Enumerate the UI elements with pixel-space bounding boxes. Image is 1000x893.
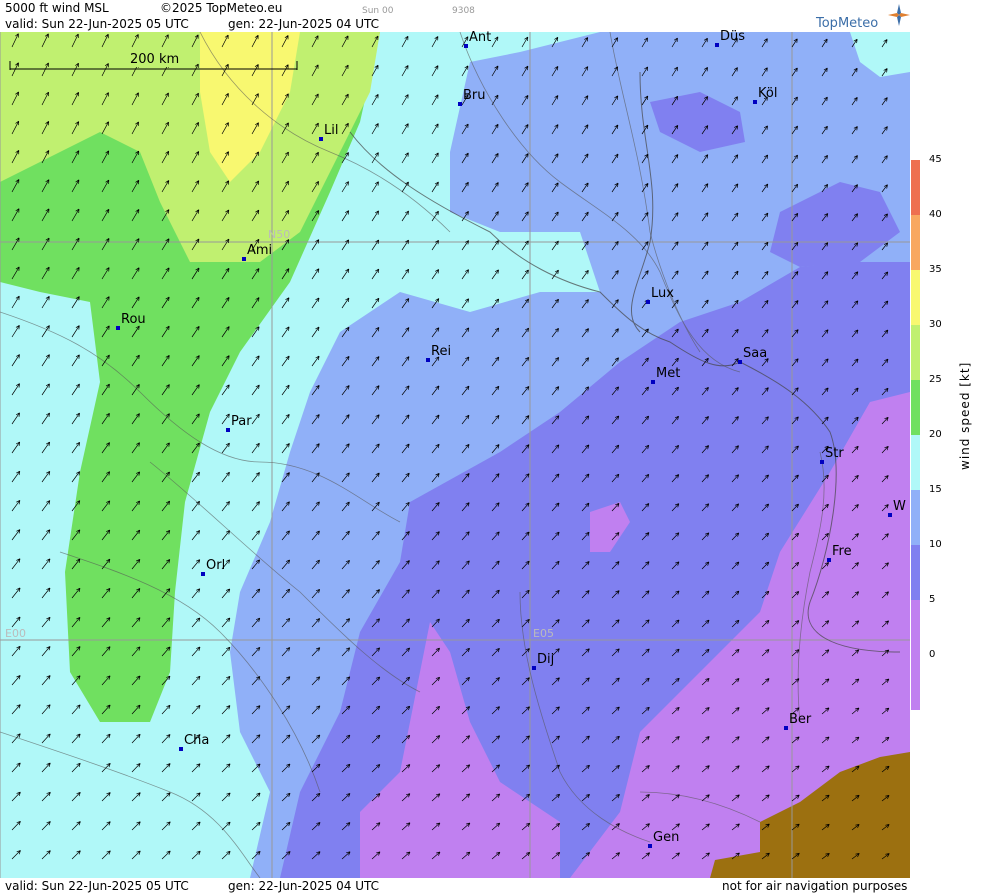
city-label: Lil xyxy=(324,123,339,138)
legend-segment xyxy=(911,435,920,490)
city-dot xyxy=(319,137,323,141)
copyright: ©2025 TopMeteo.eu xyxy=(160,1,283,15)
city-label: Met xyxy=(656,366,681,381)
city-dot xyxy=(651,380,655,384)
legend-tick-label: 40 xyxy=(929,209,942,220)
legend-tick-label: 45 xyxy=(929,154,942,165)
city-dot xyxy=(784,726,788,730)
city-dot xyxy=(226,428,230,432)
city-dot xyxy=(458,102,462,106)
legend-tick-label: 5 xyxy=(929,594,936,605)
city-dot xyxy=(827,558,831,562)
city-dot xyxy=(242,257,246,261)
city-label: Lux xyxy=(651,286,674,301)
topmeteo-logo: TopMeteo xyxy=(816,4,911,32)
city-label: Orl xyxy=(206,558,226,573)
city-label: Rei xyxy=(431,344,452,359)
footer-valid: valid: Sun 22-Jun-2025 05 UTC xyxy=(5,879,189,893)
city-label: Düs xyxy=(720,29,746,44)
lat-label-n50: N50 xyxy=(268,228,291,241)
legend-tick-label: 0 xyxy=(929,649,936,660)
legend-segment xyxy=(911,600,920,655)
header-small-1: Sun 00 xyxy=(362,6,394,16)
gen-time: gen: 22-Jun-2025 04 UTC xyxy=(228,17,380,31)
city-dot xyxy=(179,747,183,751)
city-label: Fre xyxy=(832,544,852,559)
header-small-2: 9308 xyxy=(452,6,475,16)
legend-segment xyxy=(911,545,920,600)
city-dot xyxy=(532,666,536,670)
footer-gen: gen: 22-Jun-2025 04 UTC xyxy=(228,879,380,893)
lon-label-e00: E00 xyxy=(5,627,26,640)
city-dot xyxy=(648,844,652,848)
city-label: Gen xyxy=(653,830,680,845)
city-label: Ant xyxy=(469,30,492,45)
legend-title: wind speed [kt] xyxy=(958,361,972,470)
city-dot xyxy=(116,326,120,330)
legend-segment xyxy=(911,490,920,545)
city-label: Par xyxy=(231,414,252,429)
city-dot xyxy=(888,513,892,517)
city-dot xyxy=(820,460,824,464)
legend-tick-label: 30 xyxy=(929,319,942,330)
legend-segment xyxy=(911,270,920,325)
city-label: Dij xyxy=(537,652,555,667)
color-legend: 45 40 35 30 25 20 15 10 5 0 xyxy=(910,0,1000,893)
legend-tick-label: 35 xyxy=(929,264,942,275)
city-dot xyxy=(426,358,430,362)
compass-icon xyxy=(888,4,910,26)
legend-tick-label: 25 xyxy=(929,374,942,385)
city-dot xyxy=(201,572,205,576)
city-label: Rou xyxy=(121,312,146,327)
city-label: Ami xyxy=(247,243,273,258)
city-label: Saa xyxy=(743,346,768,361)
city-label: Köl xyxy=(758,86,778,101)
wind-map xyxy=(0,32,910,878)
legend-tick-label: 10 xyxy=(929,539,942,550)
city-label: Ber xyxy=(789,712,812,727)
city-label: Cha xyxy=(184,733,210,748)
logo-text: TopMeteo xyxy=(816,16,879,31)
map-title: 5000 ft wind MSL xyxy=(5,1,109,15)
legend-segment xyxy=(911,655,920,710)
legend-segment xyxy=(911,325,920,380)
legend-segment xyxy=(911,215,920,270)
city-label: Str xyxy=(825,446,844,461)
city-dot xyxy=(753,100,757,104)
footer-disclaimer: not for air navigation purposes xyxy=(722,879,908,893)
scale-label: 200 km xyxy=(128,52,182,67)
city-label: Bru xyxy=(463,88,486,103)
legend-segment xyxy=(911,380,920,435)
city-dot xyxy=(738,360,742,364)
city-dot xyxy=(464,44,468,48)
legend-tick-label: 20 xyxy=(929,429,942,440)
legend-segment xyxy=(911,160,920,215)
city-dot xyxy=(715,43,719,47)
lon-label-e05: E05 xyxy=(533,627,554,640)
city-label: W xyxy=(893,499,906,514)
legend-colorbar xyxy=(911,160,920,710)
legend-tick-label: 15 xyxy=(929,484,942,495)
valid-time: valid: Sun 22-Jun-2025 05 UTC xyxy=(5,17,189,31)
city-dot xyxy=(646,300,650,304)
